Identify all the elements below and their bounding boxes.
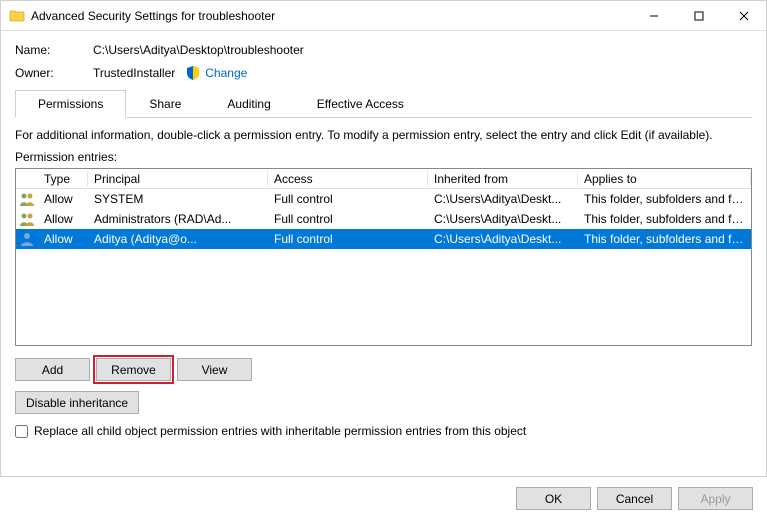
- grid-header: Type Principal Access Inherited from App…: [16, 169, 751, 189]
- header-applies[interactable]: Applies to: [578, 172, 751, 186]
- info-text: For additional information, double-click…: [15, 128, 752, 142]
- tab-auditing[interactable]: Auditing: [204, 90, 293, 118]
- tab-permissions[interactable]: Permissions: [15, 90, 126, 118]
- row-applies: This folder, subfolders and files: [578, 232, 751, 246]
- entries-label: Permission entries:: [15, 150, 752, 164]
- row-type: Allow: [38, 192, 88, 206]
- row-type: Allow: [38, 232, 88, 246]
- change-owner-link[interactable]: Change: [205, 66, 247, 80]
- row-access: Full control: [268, 212, 428, 226]
- table-row[interactable]: AllowAdministrators (RAD\Ad...Full contr…: [16, 209, 751, 229]
- replace-checkbox-label: Replace all child object permission entr…: [34, 424, 526, 438]
- row-icon: [16, 191, 38, 207]
- header-principal[interactable]: Principal: [88, 172, 268, 186]
- tab-effective-access[interactable]: Effective Access: [294, 90, 427, 118]
- owner-label: Owner:: [15, 66, 93, 80]
- ok-button[interactable]: OK: [516, 487, 591, 510]
- entry-buttons: Add Remove View: [15, 358, 752, 381]
- name-value: C:\Users\Aditya\Desktop\troubleshooter: [93, 43, 304, 57]
- add-button[interactable]: Add: [15, 358, 90, 381]
- folder-icon: [9, 8, 25, 24]
- permission-grid[interactable]: Type Principal Access Inherited from App…: [15, 168, 752, 346]
- row-inherited: C:\Users\Aditya\Deskt...: [428, 232, 578, 246]
- disable-inheritance-button[interactable]: Disable inheritance: [15, 391, 139, 414]
- row-inherited: C:\Users\Aditya\Deskt...: [428, 192, 578, 206]
- row-principal: Aditya (Aditya@o...: [88, 232, 268, 246]
- remove-button[interactable]: Remove: [96, 358, 171, 381]
- owner-value: TrustedInstaller: [93, 66, 175, 80]
- table-row[interactable]: AllowAditya (Aditya@o...Full controlC:\U…: [16, 229, 751, 249]
- row-access: Full control: [268, 192, 428, 206]
- table-row[interactable]: AllowSYSTEMFull controlC:\Users\Aditya\D…: [16, 189, 751, 209]
- window-title: Advanced Security Settings for troublesh…: [31, 9, 275, 23]
- maximize-button[interactable]: [676, 1, 721, 31]
- owner-row: Owner: TrustedInstaller Change: [15, 65, 752, 81]
- replace-checkbox[interactable]: [15, 425, 28, 438]
- content-area: Name: C:\Users\Aditya\Desktop\troublesho…: [1, 31, 766, 448]
- header-type[interactable]: Type: [38, 172, 88, 186]
- row-applies: This folder, subfolders and files: [578, 212, 751, 226]
- header-inherited[interactable]: Inherited from: [428, 172, 578, 186]
- row-applies: This folder, subfolders and files: [578, 192, 751, 206]
- cancel-button[interactable]: Cancel: [597, 487, 672, 510]
- replace-checkbox-row: Replace all child object permission entr…: [15, 424, 752, 438]
- row-type: Allow: [38, 212, 88, 226]
- name-label: Name:: [15, 43, 93, 57]
- row-principal: Administrators (RAD\Ad...: [88, 212, 268, 226]
- row-icon: [16, 211, 38, 227]
- row-icon: [16, 231, 38, 247]
- row-principal: SYSTEM: [88, 192, 268, 206]
- row-access: Full control: [268, 232, 428, 246]
- close-button[interactable]: [721, 1, 766, 31]
- apply-button[interactable]: Apply: [678, 487, 753, 510]
- row-inherited: C:\Users\Aditya\Deskt...: [428, 212, 578, 226]
- minimize-button[interactable]: [631, 1, 676, 31]
- titlebar: Advanced Security Settings for troublesh…: [1, 1, 766, 31]
- header-access[interactable]: Access: [268, 172, 428, 186]
- dialog-footer: OK Cancel Apply: [0, 476, 767, 520]
- name-row: Name: C:\Users\Aditya\Desktop\troublesho…: [15, 43, 752, 57]
- shield-icon: [185, 65, 201, 81]
- tab-share[interactable]: Share: [126, 90, 204, 118]
- view-button[interactable]: View: [177, 358, 252, 381]
- tab-strip: Permissions Share Auditing Effective Acc…: [15, 89, 752, 118]
